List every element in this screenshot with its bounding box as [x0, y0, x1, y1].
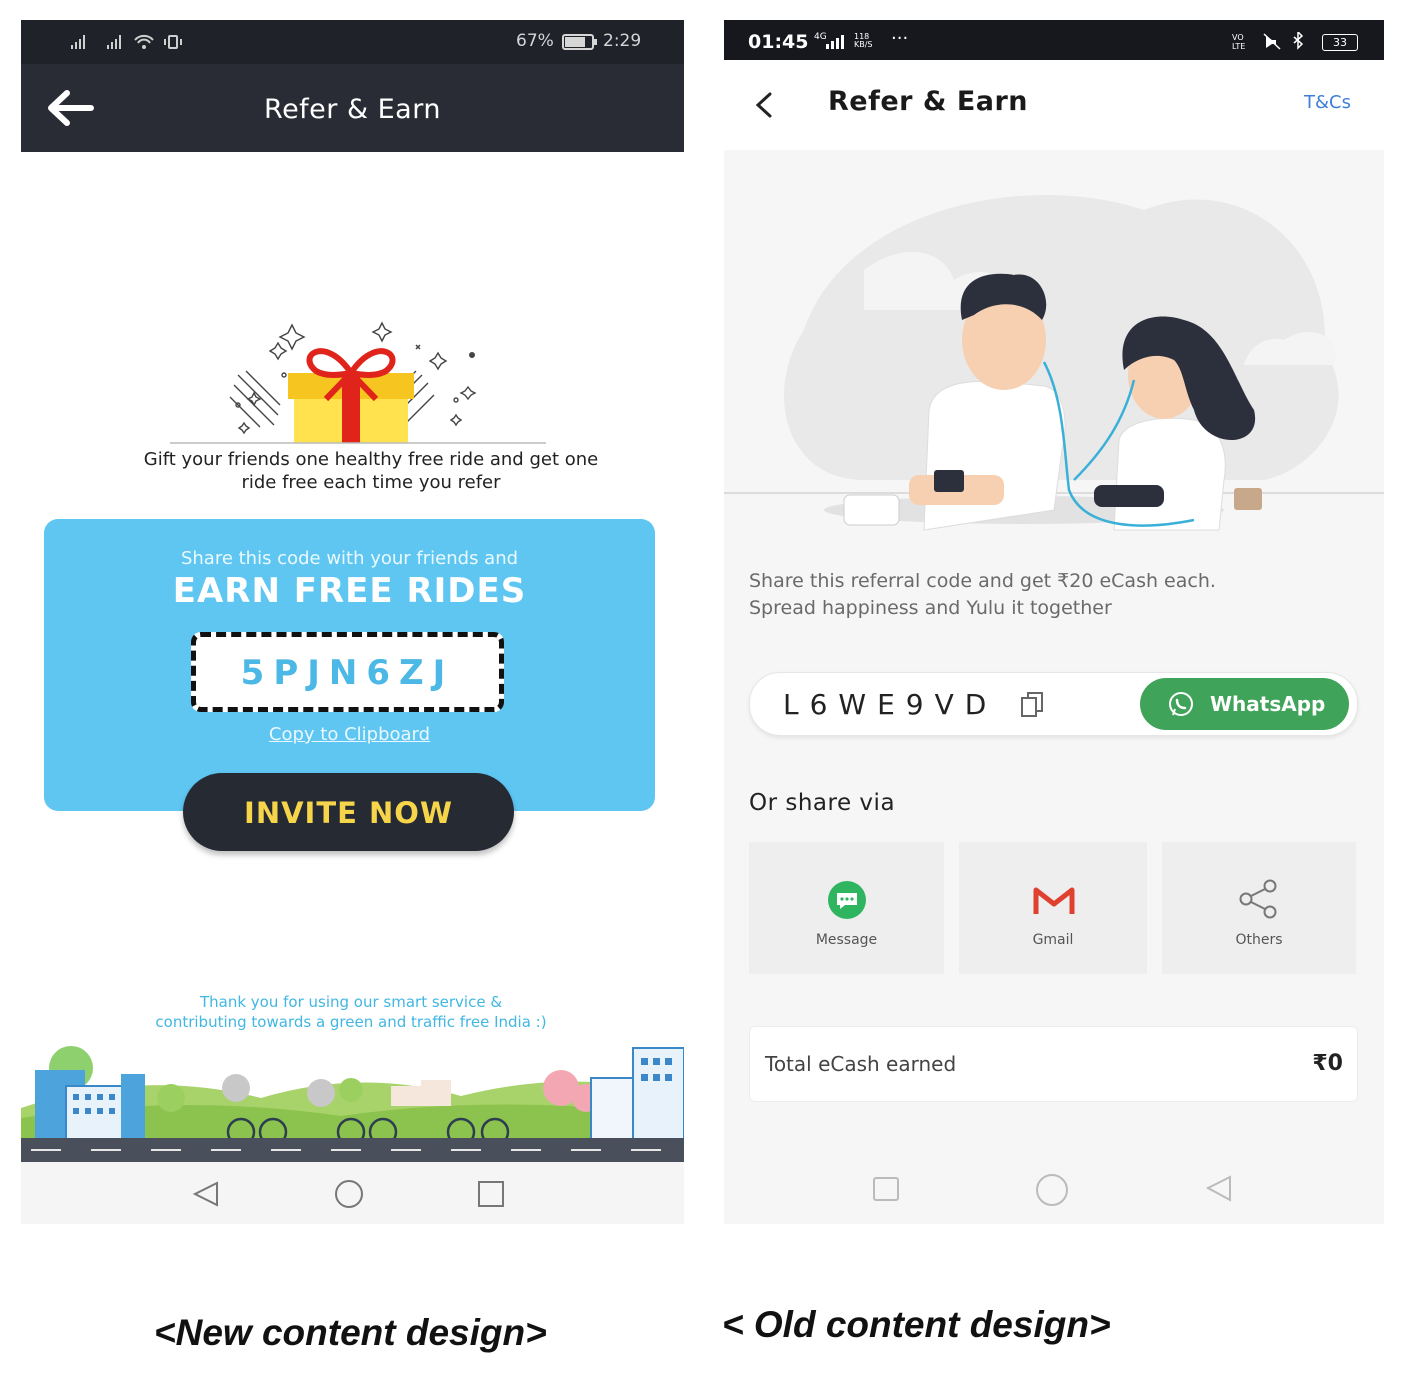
- network-speed: 118 KB/S: [854, 32, 873, 49]
- system-nav-bar: [21, 1162, 684, 1224]
- old-design-caption: < Old content design>: [722, 1304, 1111, 1345]
- whatsapp-share-button[interactable]: WhatsApp: [1140, 678, 1349, 730]
- copy-to-clipboard-link[interactable]: Copy to Clipboard: [44, 724, 655, 745]
- more-dots-icon: ···: [891, 28, 909, 49]
- app-bar: Refer & Earn: [21, 64, 684, 152]
- referral-line2: Spread happiness and Yulu it together: [749, 597, 1112, 619]
- svg-text:VO: VO: [1232, 33, 1244, 42]
- gmail-icon: [1033, 887, 1075, 914]
- battery-indicator: 33: [1322, 34, 1358, 51]
- new-design-caption: <New content design>: [154, 1312, 547, 1353]
- thank-you-message: Thank you for using our smart service & …: [81, 992, 621, 1032]
- ecash-value: ₹0: [1312, 1051, 1343, 1076]
- referral-code-box[interactable]: 5PJN6ZJ: [191, 632, 504, 712]
- referral-line1: Share this referral code and get ₹20 eCa…: [749, 570, 1216, 592]
- total-ecash-card: Total eCash earned ₹0: [749, 1026, 1358, 1102]
- nav-recents-icon[interactable]: [477, 1180, 505, 1208]
- battery-icon: [562, 34, 597, 50]
- gift-caption-line2: ride free each time you refer: [241, 472, 501, 493]
- whatsapp-label: WhatsApp: [1210, 692, 1326, 716]
- thanks-line1: Thank you for using our smart service &: [199, 993, 503, 1011]
- status-bar: 01:45 4G 118 KB/S ··· VO LTE 33: [724, 20, 1384, 60]
- signal-icon: [826, 35, 844, 49]
- gift-box-illustration: [170, 321, 546, 444]
- invite-now-button[interactable]: INVITE NOW: [183, 773, 514, 851]
- status-time: 2:29: [603, 31, 642, 51]
- network-type: 4G: [814, 32, 827, 42]
- couple-listening-music-illustration: [724, 150, 1384, 535]
- share-option-label: Message: [815, 932, 878, 948]
- gift-caption: Gift your friends one healthy free ride …: [71, 448, 671, 494]
- referral-card: Share this code with your friends and EA…: [44, 519, 655, 811]
- referral-code-pill: L6WE9VD WhatsApp: [749, 672, 1358, 736]
- share-option-label: Gmail: [1032, 932, 1074, 948]
- old-design-screen: 01:45 4G 118 KB/S ··· VO LTE 33 Refer & E…: [724, 20, 1384, 1224]
- nav-back-icon[interactable]: [191, 1180, 221, 1208]
- share-option-label: Others: [1235, 932, 1283, 948]
- gift-caption-line1: Gift your friends one healthy free ride …: [143, 449, 599, 470]
- signal-wifi-icons: [71, 34, 182, 49]
- card-headline: EARN FREE RIDES: [172, 571, 527, 611]
- status-time: 01:45: [748, 31, 809, 53]
- referral-code: L6WE9VD: [783, 688, 998, 721]
- message-icon: [828, 881, 866, 919]
- share-gmail-option[interactable]: Gmail: [959, 842, 1147, 974]
- battery-percent: 67%: [516, 31, 554, 51]
- page-title: Refer & Earn: [828, 86, 1029, 117]
- thanks-line2: contributing towards a green and traffic…: [155, 1013, 547, 1031]
- nav-home-icon[interactable]: [333, 1178, 365, 1210]
- nav-recents-icon[interactable]: [872, 1176, 900, 1204]
- status-bar: 67% 2:29: [21, 20, 684, 64]
- card-subtitle: Share this code with your friends and: [180, 548, 519, 569]
- system-nav-bar: [724, 1160, 1384, 1224]
- app-bar: Refer & Earn T&Cs: [724, 60, 1384, 150]
- page-title: Refer & Earn: [264, 94, 441, 125]
- referral-description: Share this referral code and get ₹20 eCa…: [749, 568, 1349, 622]
- nav-home-icon[interactable]: [1034, 1173, 1070, 1207]
- volte-mute-bluetooth-icons: VOLTE: [1232, 32, 1304, 50]
- svg-text:LTE: LTE: [1232, 42, 1245, 50]
- share-icon: [1239, 879, 1277, 919]
- referral-code: 5PJN6ZJ: [240, 653, 455, 693]
- ecash-label: Total eCash earned: [765, 1052, 957, 1076]
- back-chevron-icon[interactable]: [752, 90, 776, 120]
- share-others-option[interactable]: Others: [1162, 842, 1356, 974]
- new-design-screen: 67% 2:29 Refer & Earn Gift your friends …: [21, 20, 684, 1224]
- whatsapp-icon: [1169, 692, 1193, 716]
- or-share-via-heading: Or share via: [749, 790, 896, 816]
- city-cyclists-illustration: [21, 1046, 684, 1163]
- nav-back-icon[interactable]: [1204, 1174, 1234, 1204]
- copy-icon[interactable]: [1020, 691, 1046, 719]
- terms-link[interactable]: T&Cs: [1304, 92, 1351, 113]
- share-message-option[interactable]: Message: [749, 842, 944, 974]
